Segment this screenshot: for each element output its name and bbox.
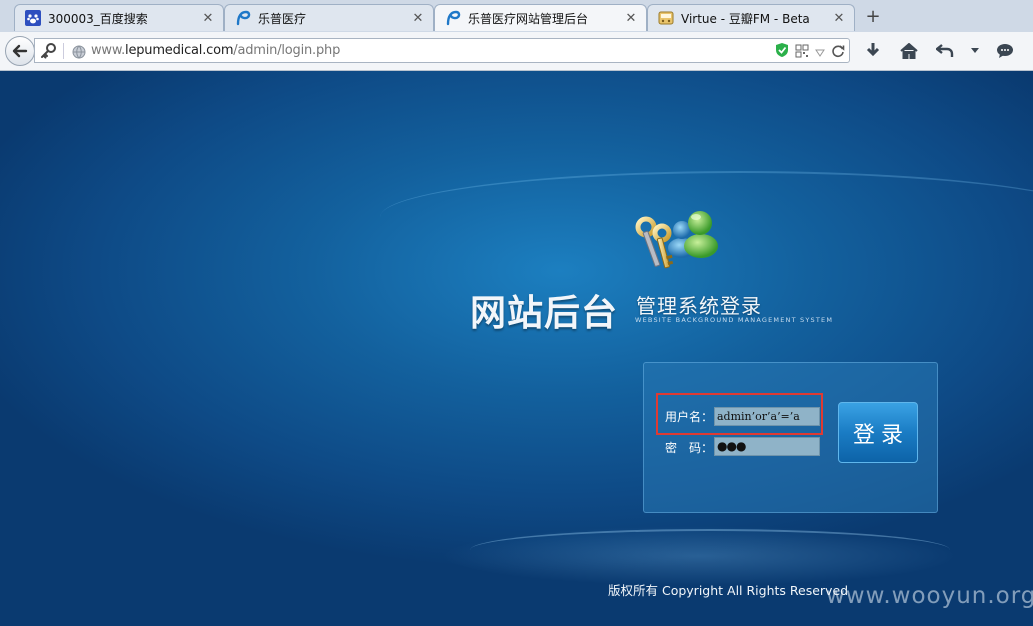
url-path: /admin/login.php: [233, 43, 341, 58]
download-icon[interactable]: [862, 40, 884, 62]
home-icon[interactable]: [898, 40, 920, 62]
page-subtitle: 管理系统登录: [636, 294, 762, 318]
password-row: 密 码：: [665, 439, 713, 456]
qr-code-icon[interactable]: [795, 43, 809, 62]
watermark: www.wooyun.org: [826, 583, 1033, 609]
lepu-logo-icon: [235, 10, 251, 26]
key-icon[interactable]: [39, 42, 57, 60]
back-button[interactable]: [5, 36, 35, 66]
globe-icon[interactable]: [72, 44, 86, 59]
url-icons: [775, 42, 845, 62]
undo-icon[interactable]: [934, 40, 956, 62]
close-icon[interactable]: ✕: [624, 11, 638, 26]
highlight-box: [656, 393, 823, 435]
dropdown-arrow-icon[interactable]: [815, 43, 825, 62]
paw-icon: [25, 10, 41, 26]
tab-lepu-admin[interactable]: 乐普医疗网站管理后台 ✕: [434, 4, 647, 31]
page-title: 网站后台: [470, 293, 619, 334]
url-domain: lepumedical.com: [125, 43, 234, 58]
shield-icon[interactable]: [775, 42, 789, 62]
url-text[interactable]: www.lepumedical.com/admin/login.php: [91, 43, 340, 58]
keys-user-icon: [632, 203, 727, 278]
close-icon[interactable]: ✕: [832, 11, 846, 26]
navigation-bar: www.lepumedical.com/admin/login.php: [0, 32, 1033, 71]
tab-label: Virtue - 豆瓣FM - Beta: [681, 11, 810, 26]
dropdown-arrow-icon[interactable]: [970, 40, 980, 62]
url-prefix: www.: [91, 43, 126, 58]
new-tab-button[interactable]: +: [862, 6, 884, 28]
tab-label: 乐普医疗: [258, 11, 307, 26]
arrow-left-icon: [12, 44, 28, 58]
address-bar[interactable]: www.lepumedical.com/admin/login.php: [34, 38, 850, 63]
lepu-logo-icon: [445, 10, 461, 26]
chat-bubble-icon[interactable]: [994, 40, 1016, 62]
tab-lepu-medical[interactable]: 乐普医疗 ✕: [224, 4, 434, 31]
page-subtitle-english: WEBSITE BACKGROUND MANAGEMENT SYSTEM: [635, 316, 834, 324]
decorative-arc: [470, 529, 950, 571]
radio-icon: [658, 10, 674, 26]
login-button[interactable]: 登录: [838, 402, 918, 463]
tab-label: 乐普医疗网站管理后台: [468, 11, 589, 26]
close-icon[interactable]: ✕: [201, 11, 215, 26]
close-icon[interactable]: ✕: [411, 11, 425, 26]
divider: [63, 43, 64, 59]
tab-douban-fm[interactable]: Virtue - 豆瓣FM - Beta ✕: [647, 4, 855, 31]
toolbar-icons: [862, 40, 1033, 62]
login-page: 网站后台 管理系统登录 WEBSITE BACKGROUND MANAGEMEN…: [0, 71, 1033, 626]
tab-baidu-search[interactable]: 300003_百度搜索 ✕: [14, 4, 224, 31]
reload-icon[interactable]: [831, 43, 845, 62]
copyright-text: 版权所有 Copyright All Rights Reserved: [608, 583, 849, 598]
password-label: 密 码：: [665, 441, 714, 455]
tab-bar: 300003_百度搜索 ✕ 乐普医疗 ✕ 乐普医疗网站管理后台 ✕ Virtue…: [0, 0, 1033, 33]
tab-label: 300003_百度搜索: [48, 11, 148, 26]
password-field[interactable]: ●●●: [714, 437, 820, 456]
